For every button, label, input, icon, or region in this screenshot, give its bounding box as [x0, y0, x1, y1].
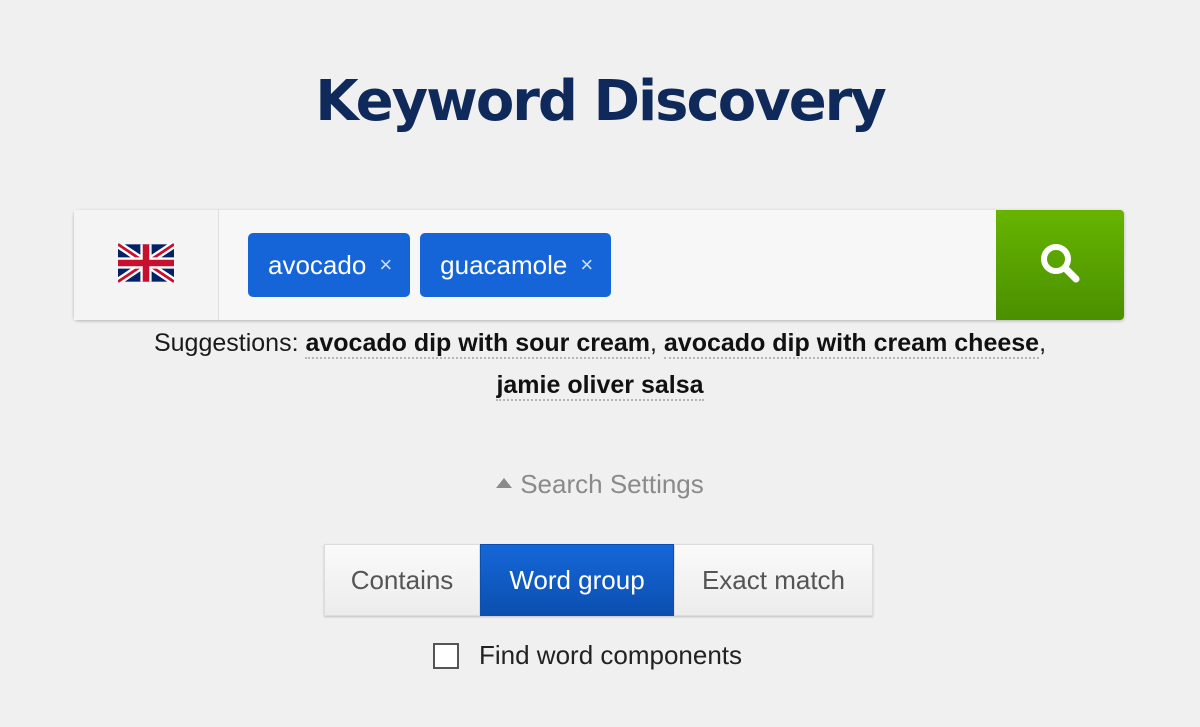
keyword-tag-label: guacamole: [440, 249, 568, 280]
remove-tag-icon[interactable]: ×: [580, 252, 593, 278]
find-word-components-label[interactable]: Find word components: [479, 640, 742, 671]
search-button[interactable]: [996, 210, 1124, 320]
match-type-selector: Contains Word group Exact match: [324, 544, 873, 616]
suggestion-separator: ,: [1039, 329, 1047, 357]
search-settings-toggle[interactable]: Search Settings: [0, 466, 1200, 502]
match-option-contains[interactable]: Contains: [324, 544, 480, 616]
keyword-tags-input[interactable]: avocado × guacamole ×: [219, 210, 996, 320]
match-option-exact-match[interactable]: Exact match: [674, 544, 873, 616]
caret-up-icon: [496, 478, 513, 489]
find-word-components-option: Find word components: [433, 640, 742, 671]
search-bar: avocado × guacamole ×: [74, 210, 1124, 320]
page-title: Keyword Discovery: [315, 69, 887, 134]
country-selector[interactable]: [74, 210, 219, 320]
suggestion-link[interactable]: avocado dip with sour cream: [305, 329, 650, 359]
search-icon: [1038, 241, 1082, 290]
keyword-tag-label: avocado: [268, 249, 367, 280]
find-word-components-checkbox[interactable]: [433, 642, 459, 669]
suggestions: Suggestions: avocado dip with sour cream…: [100, 322, 1100, 406]
suggestion-link[interactable]: avocado dip with cream cheese: [663, 329, 1040, 359]
suggestions-label: Suggestions:: [153, 329, 299, 357]
suggestion-link[interactable]: jamie oliver salsa: [496, 371, 704, 401]
uk-flag-icon: [115, 240, 177, 288]
remove-tag-icon[interactable]: ×: [379, 252, 392, 278]
keyword-tag: guacamole ×: [420, 233, 612, 297]
match-option-word-group[interactable]: Word group: [480, 544, 674, 616]
suggestion-separator: ,: [650, 329, 657, 357]
keyword-tag: avocado ×: [248, 233, 411, 297]
search-settings-label: Search Settings: [520, 469, 704, 499]
